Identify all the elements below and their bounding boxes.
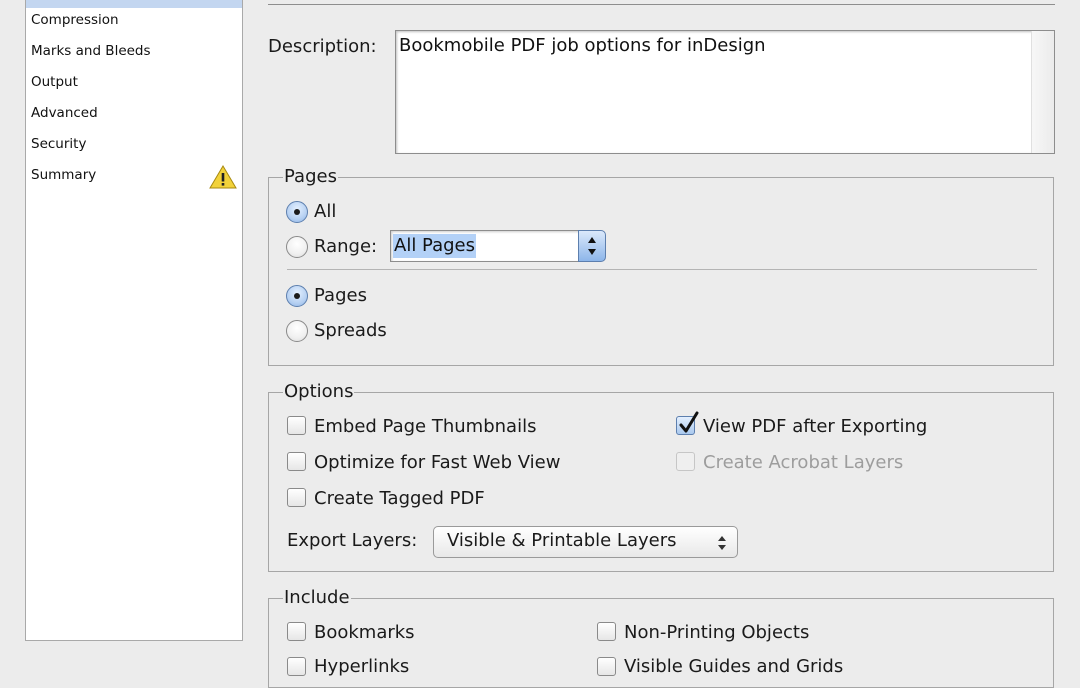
export-layers-value: Visible & Printable Layers [447,530,677,551]
top-separator [268,4,1055,5]
acrobat-layers-label: Create Acrobat Layers [703,452,904,473]
pages-all-label: All [314,201,337,222]
range-dropdown-button[interactable] [578,230,606,262]
sidebar-item-summary[interactable]: Summary [31,162,96,188]
description-value: Bookmobile PDF job options for inDesign [399,35,766,56]
include-group-title: Include [283,587,351,608]
sidebar-item-advanced[interactable]: Advanced [31,100,98,126]
layout-pages-label: Pages [314,285,367,306]
up-down-arrows-icon [588,237,596,255]
pages-range-radio[interactable] [286,236,308,258]
optimize-web-checkbox[interactable] [287,452,306,471]
pages-group-title: Pages [283,166,338,187]
up-down-arrows-icon [718,536,726,550]
range-combo-input[interactable]: All Pages [390,230,581,262]
layout-spreads-label: Spreads [314,320,387,341]
tagged-pdf-checkbox[interactable] [287,488,306,507]
sidebar-item-output[interactable]: Output [31,69,78,95]
description-label: Description: [268,36,377,57]
sidebar-item-compression[interactable]: Compression [31,7,119,33]
sidebar-item-security[interactable]: Security [31,131,86,157]
guides-grids-label: Visible Guides and Grids [624,656,844,677]
export-layers-select[interactable]: Visible & Printable Layers [433,526,738,558]
view-after-export-checkbox[interactable] [676,411,699,435]
checkmark-icon [679,411,699,433]
non-printing-objects-checkbox[interactable] [597,622,616,641]
embed-thumbnails-label: Embed Page Thumbnails [314,416,537,437]
hyperlinks-checkbox[interactable] [287,657,306,676]
export-layers-label: Export Layers: [287,530,418,551]
layout-pages-radio[interactable] [286,285,308,307]
range-value: All Pages [393,234,476,258]
layout-spreads-radio[interactable] [286,320,308,342]
hyperlinks-label: Hyperlinks [314,656,410,677]
view-after-export-label: View PDF after Exporting [703,416,928,437]
non-printing-objects-label: Non-Printing Objects [624,622,810,643]
pages-range-label: Range: [314,236,378,257]
category-sidebar: Compression Marks and Bleeds Output Adva… [25,0,243,641]
description-textarea[interactable]: Bookmobile PDF job options for inDesign [395,30,1055,154]
options-group-title: Options [283,381,355,402]
warning-icon [209,165,237,189]
bookmarks-checkbox[interactable] [287,622,306,641]
optimize-web-label: Optimize for Fast Web View [314,452,561,473]
description-scrollbar[interactable] [1031,31,1054,153]
sidebar-item-marks-and-bleeds[interactable]: Marks and Bleeds [31,38,151,64]
acrobat-layers-checkbox [676,452,695,471]
pages-separator [287,269,1037,270]
guides-grids-checkbox[interactable] [597,657,616,676]
embed-thumbnails-checkbox[interactable] [287,416,306,435]
tagged-pdf-label: Create Tagged PDF [314,488,485,509]
pages-all-radio[interactable] [286,201,308,223]
bookmarks-label: Bookmarks [314,622,415,643]
